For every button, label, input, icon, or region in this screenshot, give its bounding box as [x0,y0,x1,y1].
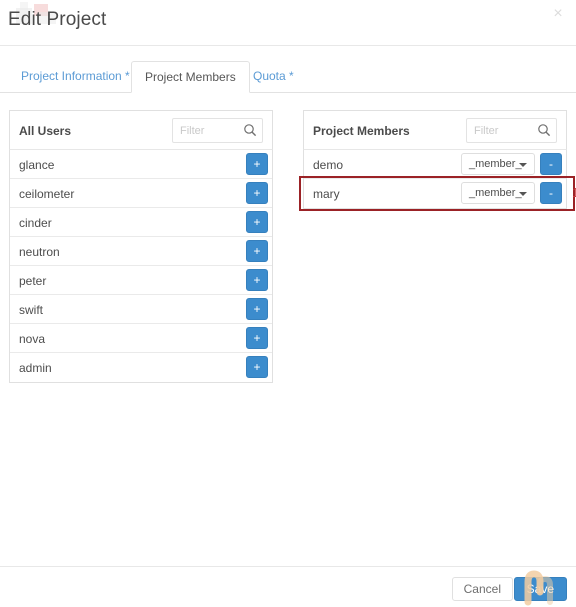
annotation-step-number: 1 [572,185,576,200]
add-member-button[interactable]: + [246,356,268,378]
all-users-row[interactable]: neutron + [10,237,272,266]
all-users-row[interactable]: ceilometer + [10,179,272,208]
modal-header: Edit Project × [0,0,576,45]
add-member-button[interactable]: + [246,327,268,349]
remove-member-button[interactable]: - [540,153,562,175]
all-users-row-name: cinder [19,216,52,230]
tab-project-information[interactable]: Project Information * [8,61,143,92]
all-users-row-name: neutron [19,245,60,259]
add-member-button[interactable]: + [246,153,268,175]
tab-quota[interactable]: Quota * [240,61,307,92]
all-users-row-name: nova [19,332,46,346]
all-users-row-name: admin [19,361,52,375]
all-users-title: All Users [19,124,72,138]
add-member-button[interactable]: + [246,182,268,204]
footer-divider [0,566,576,567]
member-role-value: _member_ [469,158,522,170]
all-users-header: All Users [9,110,273,149]
project-members-filter[interactable] [466,118,557,143]
members-transfer-area: All Users glance+ceilometer+cinder+neutr… [0,110,576,400]
all-users-row[interactable]: cinder + [10,208,272,237]
project-members-row-name: mary [313,187,340,201]
add-member-button[interactable]: + [246,298,268,320]
project-members-row-name: demo [313,158,344,172]
tab-bar: Project Information * Project Members Qu… [0,46,576,93]
all-users-row[interactable]: peter + [10,266,272,295]
cancel-button[interactable]: Cancel [451,577,513,601]
all-users-filter[interactable] [172,118,263,143]
all-users-row[interactable]: nova + [10,324,272,353]
project-members-row[interactable]: demo _member_ - [304,150,566,179]
all-users-row-name: peter [19,274,47,288]
all-users-row[interactable]: glance + [10,150,272,179]
close-icon[interactable]: × [550,6,566,22]
chevron-down-icon [519,163,527,167]
add-member-button[interactable]: + [246,269,268,291]
all-users-panel: All Users glance+ceilometer+cinder+neutr… [9,110,273,383]
project-members-title: Project Members [313,124,410,138]
member-role-select[interactable]: _member_ [461,182,535,204]
save-button[interactable]: Save [513,577,567,601]
all-users-row[interactable]: admin + [10,353,272,382]
all-users-row-name: ceilometer [19,187,75,201]
all-users-list: glance + ceilometer + cinder + neutron + peter + s… [9,149,273,383]
project-members-row[interactable]: mary _member_ -1 [299,176,576,211]
all-users-filter-input[interactable] [173,119,250,142]
member-role-select[interactable]: _member_ [461,153,535,175]
chevron-down-icon [519,192,527,196]
project-members-panel: Project Members demo _member_ - mary _member… [299,110,576,211]
remove-member-button[interactable]: - [540,182,562,204]
member-role-value: _member_ [469,187,522,199]
project-members-header: Project Members [303,110,567,149]
page-title: Edit Project [8,9,107,30]
add-member-button[interactable]: + [246,240,268,262]
project-members-filter-input[interactable] [467,119,544,142]
add-member-button[interactable]: + [246,211,268,233]
all-users-row[interactable]: swift + [10,295,272,324]
all-users-row-name: glance [19,158,55,172]
project-members-list: demo _member_ - mary _member_ -1 [299,149,576,211]
tab-project-members[interactable]: Project Members [131,61,250,93]
all-users-row-name: swift [19,303,43,317]
